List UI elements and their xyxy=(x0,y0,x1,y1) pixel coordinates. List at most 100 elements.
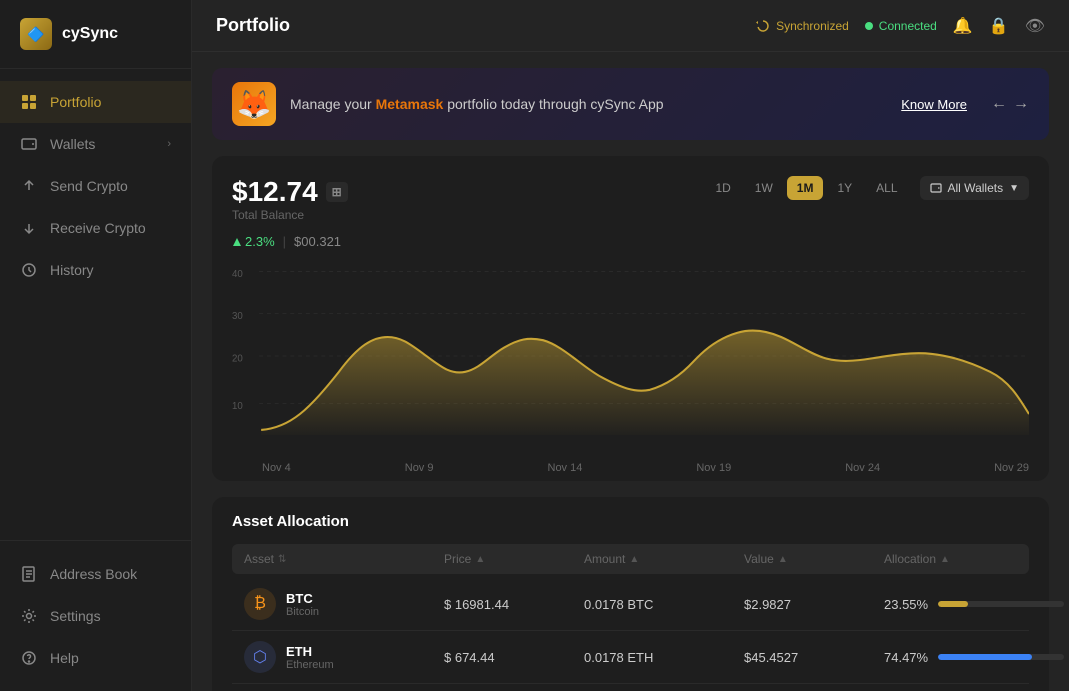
sidebar: 🔷 cySync Portfolio Wallets › Send Crypto xyxy=(0,0,192,691)
balance-copy-icon[interactable]: ⊞ xyxy=(326,182,348,202)
asset-cell-btc-1: ₿ BTC Bitcoin xyxy=(244,588,444,620)
header-badges: Synchronized Connected 🔔 🔒 👁 xyxy=(756,16,1045,36)
sort-alloc-icon[interactable]: ▲ xyxy=(940,554,950,565)
sidebar-item-portfolio[interactable]: Portfolio xyxy=(0,81,191,123)
amount-btc-1: 0.0178 BTC xyxy=(584,597,744,612)
eth-icon: ⬡ xyxy=(244,641,276,673)
table-row: ₿ BTC Bitcoin $ 16981.44 0.0178 BTC $2.9… xyxy=(232,578,1029,631)
balance-section: $12.74 ⊞ Total Balance xyxy=(232,176,348,230)
wallet-dropdown-icon: ▼ xyxy=(1009,183,1019,194)
allocation-section: Asset Allocation Asset ⇅ Price ▲ Amount … xyxy=(212,497,1049,691)
svg-text:10: 10 xyxy=(232,400,243,411)
sidebar-logo: 🔷 cySync xyxy=(0,0,191,69)
portfolio-header: $12.74 ⊞ Total Balance 1D 1W 1M 1Y ALL A… xyxy=(232,176,1029,230)
alloc-bar-eth xyxy=(938,654,1064,660)
portfolio-chart: 40 30 20 10 xyxy=(232,261,1029,481)
th-value: Value ▲ xyxy=(744,552,884,566)
chart-label-3: Nov 19 xyxy=(696,462,731,474)
asset-cell-eth: ⬡ ETH Ethereum xyxy=(244,641,444,673)
eye-icon[interactable]: 👁 xyxy=(1025,16,1045,36)
sort-amount-icon[interactable]: ▲ xyxy=(629,554,639,565)
sidebar-item-settings[interactable]: Settings xyxy=(0,595,191,637)
sidebar-item-receive-crypto[interactable]: Receive Crypto xyxy=(0,207,191,249)
chart-label-0: Nov 4 xyxy=(262,462,291,474)
sidebar-bottom: Address Book Settings Help xyxy=(0,540,191,691)
banner-metamask: Metamask xyxy=(376,96,444,112)
banner-next-button[interactable]: → xyxy=(1013,95,1029,113)
receive-icon xyxy=(20,219,38,237)
chart-svg: 40 30 20 10 xyxy=(232,261,1029,451)
portfolio-icon xyxy=(20,93,38,111)
balance-amount: $12.74 ⊞ xyxy=(232,176,348,208)
sidebar-nav: Portfolio Wallets › Send Crypto Receive … xyxy=(0,69,191,540)
banner-nav: ← → xyxy=(991,95,1029,113)
perf-up-indicator: 2.3% xyxy=(232,234,275,249)
th-price: Price ▲ xyxy=(444,552,584,566)
perf-separator: | xyxy=(283,234,286,249)
sidebar-item-wallets[interactable]: Wallets › xyxy=(0,123,191,165)
filter-1m[interactable]: 1M xyxy=(787,176,824,200)
wallet-selector-label: All Wallets xyxy=(948,181,1004,195)
svg-text:30: 30 xyxy=(232,311,243,322)
connected-badge: Connected xyxy=(865,19,937,33)
bell-icon[interactable]: 🔔 xyxy=(953,16,973,36)
connected-label: Connected xyxy=(879,19,937,33)
banner-prev-button[interactable]: ← xyxy=(991,95,1007,113)
filter-1w[interactable]: 1W xyxy=(745,176,783,200)
table-row: ⬡ ETH Ethereum $ 674.44 0.0178 ETH $45.4… xyxy=(232,631,1029,684)
sort-price-icon[interactable]: ▲ xyxy=(475,554,485,565)
header: Portfolio Synchronized Connected 🔔 🔒 👁 xyxy=(192,0,1069,52)
balance-value: $12.74 xyxy=(232,176,318,208)
th-allocation: Allocation ▲ xyxy=(884,552,1064,566)
chart-label-2: Nov 14 xyxy=(548,462,583,474)
asset-name-eth: Ethereum xyxy=(286,659,334,671)
sidebar-item-address-book[interactable]: Address Book xyxy=(0,553,191,595)
content-area: 🦊 Manage your Metamask portfolio today t… xyxy=(192,52,1069,691)
banner-text-suffix: portfolio today through cySync App xyxy=(443,96,663,112)
portfolio-card: $12.74 ⊞ Total Balance 1D 1W 1M 1Y ALL A… xyxy=(212,156,1049,481)
performance-row: 2.3% | $00.321 xyxy=(232,234,1029,249)
time-filters: 1D 1W 1M 1Y ALL All Wallets ▼ xyxy=(705,176,1029,200)
sync-icon xyxy=(756,19,770,33)
sort-value-icon[interactable]: ▲ xyxy=(778,554,788,565)
metamask-banner: 🦊 Manage your Metamask portfolio today t… xyxy=(212,68,1049,140)
th-asset: Asset ⇅ xyxy=(244,552,444,566)
th-amount: Amount ▲ xyxy=(584,552,744,566)
sort-asset-icon[interactable]: ⇅ xyxy=(278,554,286,565)
page-title: Portfolio xyxy=(216,15,756,36)
receive-crypto-label: Receive Crypto xyxy=(50,220,146,236)
sidebar-item-history[interactable]: History xyxy=(0,249,191,291)
amount-eth: 0.0178 ETH xyxy=(584,650,744,665)
filter-1d[interactable]: 1D xyxy=(705,176,740,200)
send-crypto-label: Send Crypto xyxy=(50,178,128,194)
value-eth: $45.4527 xyxy=(744,650,884,665)
alloc-fill-btc-1 xyxy=(938,601,968,607)
know-more-link[interactable]: Know More xyxy=(901,97,967,112)
alloc-pct-eth: 74.47% xyxy=(884,650,930,665)
main-content: Portfolio Synchronized Connected 🔔 🔒 👁 🦊… xyxy=(192,0,1069,691)
wallet-selector[interactable]: All Wallets ▼ xyxy=(920,176,1029,200)
sidebar-item-send-crypto[interactable]: Send Crypto xyxy=(0,165,191,207)
settings-label: Settings xyxy=(50,608,101,624)
filter-all[interactable]: ALL xyxy=(866,176,907,200)
lock-icon[interactable]: 🔒 xyxy=(989,16,1009,36)
send-icon xyxy=(20,177,38,195)
chart-label-5: Nov 29 xyxy=(994,462,1029,474)
sidebar-item-help[interactable]: Help xyxy=(0,637,191,679)
alloc-eth: 74.47% xyxy=(884,650,1064,665)
price-eth: $ 674.44 xyxy=(444,650,584,665)
perf-pct: 2.3% xyxy=(245,234,275,249)
alloc-pct-btc-1: 23.55% xyxy=(884,597,930,612)
asset-name-btc-1: Bitcoin xyxy=(286,606,319,618)
filter-1y[interactable]: 1Y xyxy=(827,176,862,200)
metamask-fox-icon: 🦊 xyxy=(232,82,276,126)
asset-info-btc-1: BTC Bitcoin xyxy=(286,591,319,618)
perf-value: $00.321 xyxy=(294,234,341,249)
connected-dot xyxy=(865,22,873,30)
portfolio-label: Portfolio xyxy=(50,94,101,110)
help-label: Help xyxy=(50,650,79,666)
svg-text:20: 20 xyxy=(232,353,243,364)
price-btc-1: $ 16981.44 xyxy=(444,597,584,612)
asset-symbol-eth: ETH xyxy=(286,644,334,659)
banner-text-prefix: Manage your xyxy=(290,96,376,112)
